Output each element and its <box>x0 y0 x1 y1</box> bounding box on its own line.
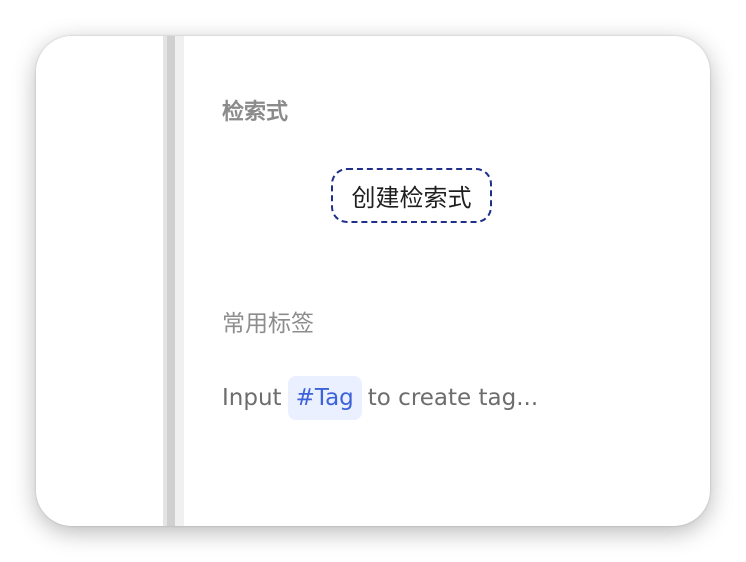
left-pane <box>36 36 163 526</box>
pane-divider-edge <box>175 36 184 526</box>
right-panel: 检索式 创建检索式 常用标签 Input #Tag to create tag.… <box>184 36 710 526</box>
tag-hint-suffix: to create tag... <box>367 385 539 411</box>
app-window: 检索式 创建检索式 常用标签 Input #Tag to create tag.… <box>36 36 710 526</box>
tag-hint-prefix: Input <box>222 385 282 411</box>
search-section-title: 检索式 <box>222 100 289 125</box>
tags-section-title: 常用标签 <box>222 311 314 337</box>
screenshot-canvas: 检索式 创建检索式 常用标签 Input #Tag to create tag.… <box>0 0 746 562</box>
tag-hint: Input #Tag to create tag... <box>222 376 538 420</box>
tag-chip-example: #Tag <box>287 376 362 420</box>
create-search-button[interactable]: 创建检索式 <box>331 168 492 223</box>
pane-divider-handle[interactable] <box>167 36 175 526</box>
